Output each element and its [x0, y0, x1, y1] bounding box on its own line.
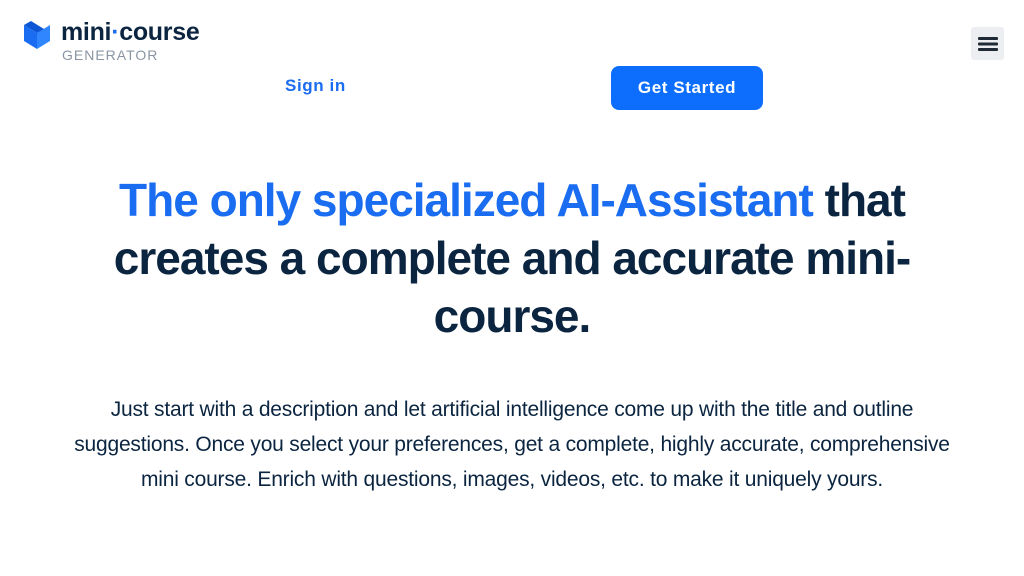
hero-headline: The only specialized AI-Assistant that c…: [60, 171, 964, 345]
hamburger-menu-icon: [977, 36, 998, 51]
logo-word-course: course: [119, 18, 200, 46]
menu-button[interactable]: [971, 27, 1004, 60]
headline-highlight: The only specialized AI-Assistant: [119, 174, 814, 226]
logo-subtitle: GENERATOR: [62, 47, 159, 63]
logo-text: mini·course GENERATOR: [61, 18, 200, 63]
get-started-button[interactable]: Get Started: [611, 66, 763, 110]
site-logo[interactable]: mini·course GENERATOR: [20, 18, 200, 63]
hero-description: Just start with a description and let ar…: [74, 398, 950, 491]
logo-mark-icon: [24, 21, 50, 49]
logo-wordmark: mini·course: [61, 18, 200, 46]
sign-in-link[interactable]: Sign in: [285, 76, 346, 96]
logo-word-mini: mini: [61, 18, 112, 46]
